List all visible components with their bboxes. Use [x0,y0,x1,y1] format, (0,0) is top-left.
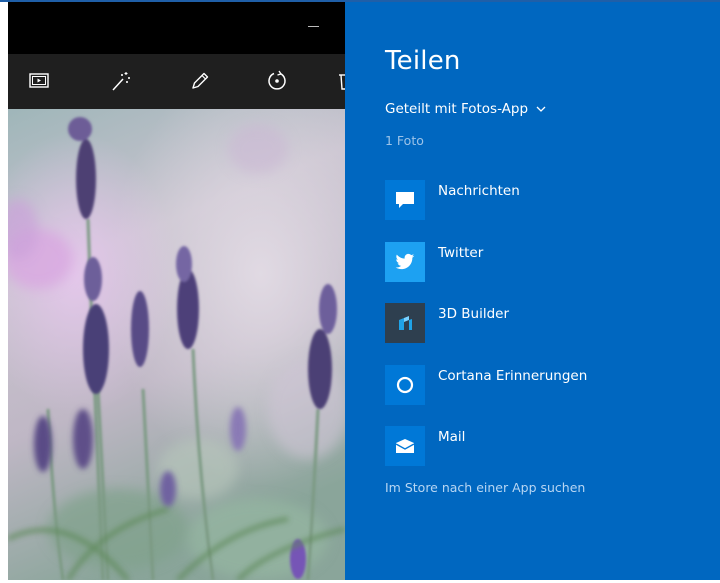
chevron-down-icon [536,106,546,112]
photos-app-window [8,2,345,580]
minimize-button[interactable] [304,16,324,36]
nachrichten-tile [385,180,425,220]
share-target-label: 3D Builder [438,306,510,322]
3d-builder-icon [399,316,412,330]
share-title: Teilen [385,46,461,76]
photo-toolbar [8,54,345,109]
item-count: 1 Foto [385,133,424,148]
enhance-button[interactable] [104,64,138,98]
edit-button[interactable] [183,64,217,98]
message-icon [396,192,414,208]
share-target-label: Nachrichten [438,183,520,199]
twitter-bird-icon [395,253,415,269]
delete-icon [339,74,345,90]
shared-with-dropdown[interactable]: Geteilt mit Fotos-App [385,101,546,117]
3d-builder-tile [385,303,425,343]
mail-envelope-icon [395,439,415,453]
cortana-tile [385,364,425,405]
screen: Teilen Geteilt mit Fotos-App 1 Foto Nach… [0,0,720,583]
slideshow-button[interactable] [22,64,56,98]
share-target-label: Cortana Erinnerungen [438,367,588,384]
enhance-icon [112,72,130,91]
rotate-button[interactable] [260,64,294,98]
edit-icon [192,72,209,89]
store-search-link[interactable]: Im Store nach einer App suchen [385,480,585,495]
mail-tile [385,426,425,466]
cortana-circle-icon [396,376,414,393]
delete-button[interactable] [330,64,345,98]
rotate-icon [268,70,286,90]
twitter-tile [385,241,425,282]
lavender-photo-image [8,109,345,580]
share-pane: Teilen Geteilt mit Fotos-App 1 Foto Nach… [345,2,720,580]
share-target-label: Mail [438,429,466,445]
lavender-photo [8,109,345,580]
shared-with-label: Geteilt mit Fotos-App [385,101,529,117]
share-target-label: Twitter [438,244,484,261]
title-bar [8,2,345,54]
slideshow-icon [29,73,49,88]
